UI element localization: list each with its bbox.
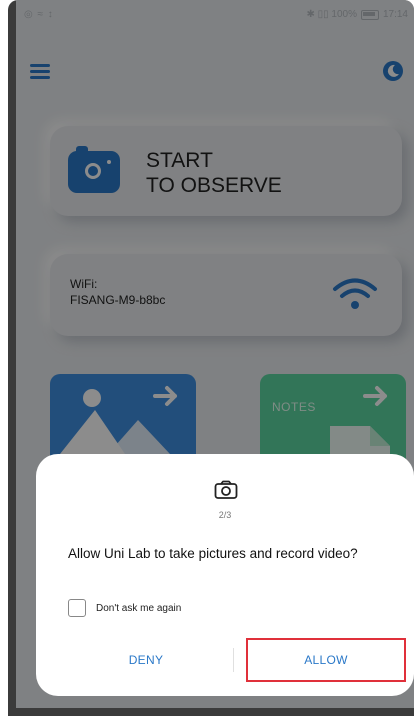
camera-icon: [214, 480, 238, 499]
dont-ask-again-checkbox[interactable]: [68, 599, 86, 617]
app-screen: ◎ ≈ ↕ ✱ ▯▯ 100% 17:14 START TO OBSERVE W…: [16, 0, 414, 708]
button-divider: [233, 648, 234, 672]
deny-button[interactable]: DENY: [66, 638, 226, 682]
permission-dialog: 2/3 Allow Uni Lab to take pictures and r…: [36, 454, 414, 696]
phone-frame: ◎ ≈ ↕ ✱ ▯▯ 100% 17:14 START TO OBSERVE W…: [8, 0, 414, 716]
dont-ask-again-label: Don't ask me again: [96, 602, 182, 614]
permission-step-counter: 2/3: [218, 510, 232, 520]
dialog-buttons: DENY ALLOW: [36, 638, 414, 682]
allow-button[interactable]: ALLOW: [246, 638, 406, 682]
permission-message: Allow Uni Lab to take pictures and recor…: [68, 546, 358, 561]
dont-ask-again-row[interactable]: Don't ask me again: [68, 599, 181, 617]
